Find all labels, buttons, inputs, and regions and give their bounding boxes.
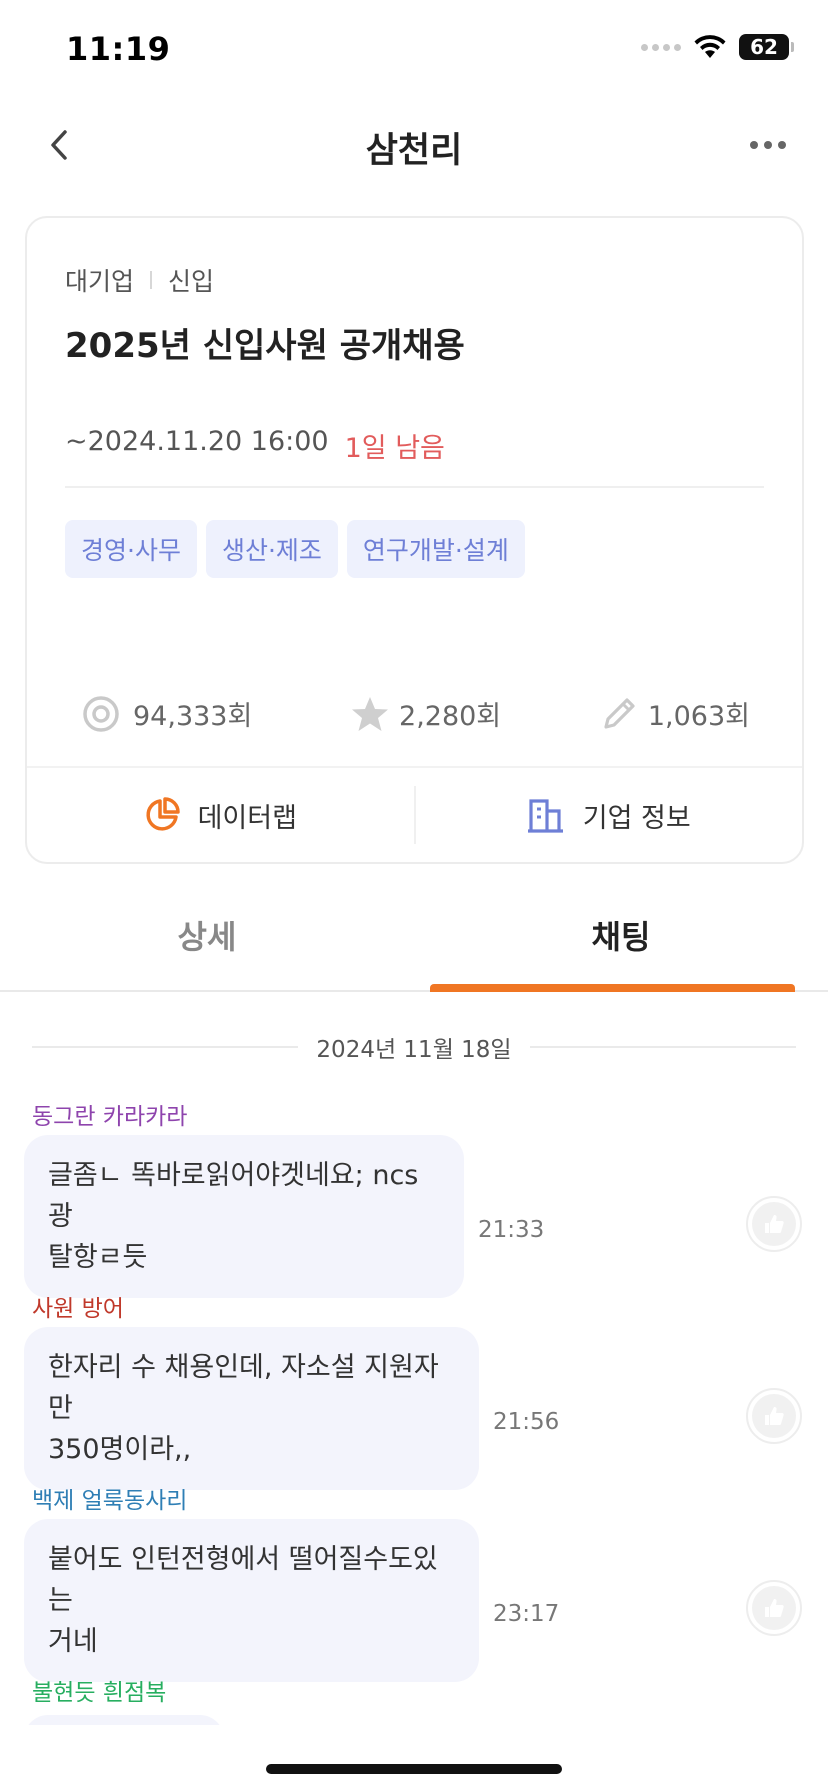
message-author: 동그란 카라카라 <box>32 1104 188 1130</box>
chat-date: 2024년 11월 18일 <box>316 1037 512 1063</box>
tag-production[interactable]: 생산·제조 <box>205 520 338 578</box>
date-line-right <box>529 1046 797 1048</box>
company-type: 대기업 <box>65 267 135 296</box>
active-tab-indicator <box>430 984 795 992</box>
message-line: 350명이라,, <box>48 1434 192 1465</box>
eye-icon <box>83 695 119 732</box>
building-icon <box>527 799 563 833</box>
navigation-bar: 삼천리 <box>0 100 828 190</box>
star-icon <box>352 696 389 731</box>
applies-count: 1,063회 <box>647 701 750 732</box>
datalab-label: 데이터랩 <box>197 802 297 834</box>
job-stats: 94,333회 2,280회 1,063회 <box>79 694 750 733</box>
message-bubble[interactable]: 글좀ㄴ 똑바로읽어야겟네요; ncs 광 탈항ㄹ듯 <box>24 1135 464 1298</box>
message-bubble[interactable] <box>24 1715 224 1725</box>
message-line: 한자리 수 채용인데, 자소설 지원자만 <box>48 1352 439 1424</box>
battery-icon: 62 <box>739 34 789 60</box>
job-tags: 경영·사무 생산·제조 연구개발·설계 <box>65 520 525 578</box>
home-indicator <box>266 1764 562 1774</box>
datalab-button[interactable]: 데이터랩 <box>27 768 414 862</box>
message-line: 탈항ㄹ듯 <box>48 1242 148 1273</box>
job-posting-card: 대기업 신입 2025년 신입사원 공개채용 ~2024.11.20 16:00… <box>25 216 804 864</box>
message-line: 붙어도 인턴전형에서 떨어질수도있는 <box>48 1544 438 1616</box>
company-info-button[interactable]: 기업 정보 <box>416 768 803 862</box>
status-bar: 11:19 62 <box>0 0 828 100</box>
message-bubble[interactable]: 한자리 수 채용인데, 자소설 지원자만 350명이라,, <box>24 1327 479 1490</box>
tag-management[interactable]: 경영·사무 <box>65 520 197 578</box>
chat-date-separator: 2024년 11월 18일 <box>32 1030 797 1064</box>
message-author: 불현듯 흰점복 <box>32 1680 167 1706</box>
deadline: ~2024.11.20 16:00 <box>65 426 329 457</box>
message-bubble[interactable]: 붙어도 인턴전형에서 떨어질수도있는 거네 <box>24 1519 479 1682</box>
thumbs-up-icon <box>752 1202 796 1246</box>
more-options-button[interactable] <box>738 120 798 170</box>
career-level: 신입 <box>168 267 215 296</box>
job-meta: 대기업 신입 <box>65 262 214 298</box>
dot-icon <box>764 141 772 149</box>
message-time: 21:56 <box>493 1409 560 1435</box>
divider <box>65 486 764 488</box>
card-footer: 데이터랩 기업 정보 <box>27 766 802 862</box>
pencil-icon <box>604 697 635 729</box>
message-line: 거네 <box>48 1626 98 1657</box>
status-time: 11:19 <box>66 30 171 68</box>
views-count: 94,333회 <box>133 701 253 732</box>
tag-research[interactable]: 연구개발·설계 <box>346 520 525 578</box>
applies-stat: 1,063회 <box>600 694 750 733</box>
like-button[interactable] <box>746 1196 802 1252</box>
thumbs-up-icon <box>752 1586 796 1630</box>
message-line: 글좀ㄴ 똑바로읽어야겟네요; ncs 광 <box>48 1160 419 1232</box>
chat-message: 불현듯 흰점복 <box>0 1673 828 1725</box>
wifi-icon <box>694 35 726 58</box>
message-time: 21:33 <box>478 1217 545 1243</box>
pie-chart-icon <box>146 797 180 831</box>
tab-detail[interactable]: 상세 <box>0 880 414 990</box>
company-info-label: 기업 정보 <box>582 802 691 834</box>
date-line-left <box>32 1046 299 1048</box>
dot-icon <box>750 141 758 149</box>
remaining-days: 1일 남음 <box>344 433 445 464</box>
message-author: 백제 얼룩동사리 <box>32 1488 188 1514</box>
message-time: 23:17 <box>493 1601 560 1627</box>
page-title: 삼천리 <box>365 131 463 171</box>
cellular-signal-icon <box>641 43 681 51</box>
battery-level: 62 <box>750 35 778 59</box>
scraps-stat: 2,280회 <box>351 694 501 733</box>
thumbs-up-icon <box>752 1394 796 1438</box>
tab-bar: 상세 채팅 <box>0 880 828 992</box>
dot-icon <box>778 141 786 149</box>
meta-separator <box>150 271 153 289</box>
deadline-row: ~2024.11.20 16:00 1일 남음 <box>65 426 445 465</box>
message-author: 사원 방어 <box>32 1296 124 1322</box>
views-stat: 94,333회 <box>79 694 252 733</box>
like-button[interactable] <box>746 1388 802 1444</box>
status-indicators: 62 <box>641 34 794 60</box>
scraps-count: 2,280회 <box>399 701 502 732</box>
like-button[interactable] <box>746 1580 802 1636</box>
battery-tip <box>791 42 794 52</box>
job-title: 2025년 신입사원 공개채용 <box>65 326 465 366</box>
tab-chat[interactable]: 채팅 <box>414 880 828 990</box>
